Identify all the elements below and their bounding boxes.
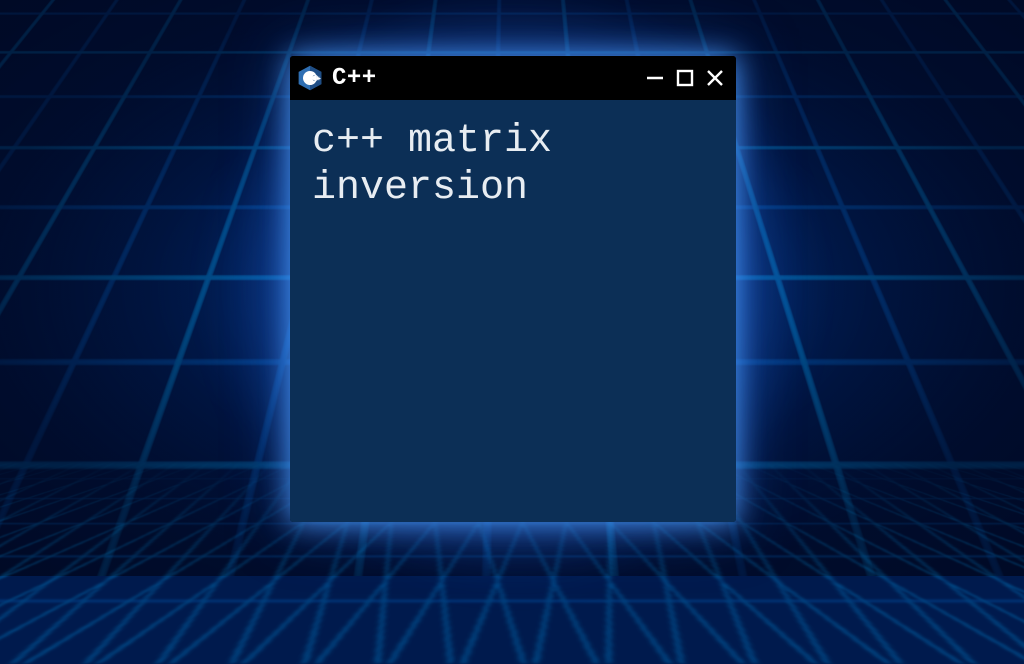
close-button[interactable] [704,67,726,89]
window-title: C++ [332,65,644,92]
window-controls [644,67,726,89]
maximize-button[interactable] [674,67,696,89]
client-area: c++ matrix inversion [290,100,736,522]
content-text: c++ matrix inversion [312,118,714,212]
cpp-logo-icon [296,64,324,92]
terminal-window: C++ c++ matrix inversion [290,56,736,522]
minimize-button[interactable] [644,67,666,89]
titlebar[interactable]: C++ [290,56,736,100]
